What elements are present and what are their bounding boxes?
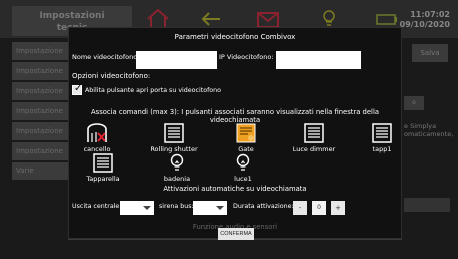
- command-grid: cancello Rolling shutter Gate Luce dimme…: [69, 123, 401, 193]
- siren-label: sirena bus:: [159, 203, 194, 210]
- door-checkbox-label: Abilita pulsante apri porta su videocito…: [85, 87, 221, 94]
- options-label: Opzioni videocitofono:: [72, 72, 151, 80]
- gate-crossed-icon: [87, 123, 107, 142]
- command-luce-dimmer[interactable]: Luce dimmer: [289, 123, 339, 153]
- sidebar-item[interactable]: Varie: [12, 162, 72, 180]
- bulb-icon: [170, 153, 184, 171]
- intercom-dialog: Parametri videocitofono Combivox Nome vi…: [68, 27, 402, 240]
- sidebar-item[interactable]: Impostazione: [12, 62, 72, 80]
- bulb-icon: [236, 153, 250, 171]
- siren-select[interactable]: [193, 201, 227, 215]
- confirm-button[interactable]: CONFERMA: [218, 228, 254, 240]
- duration-minus-button[interactable]: -: [293, 201, 307, 215]
- clock: 11:07:02 09/10/2020: [400, 10, 450, 30]
- command-label: cancello: [83, 145, 111, 153]
- duration-label: Durata attivazione:: [233, 203, 294, 210]
- command-badenia[interactable]: badenia: [157, 153, 197, 183]
- shutter-icon: [93, 153, 113, 173]
- name-label: Nome videocitofono:: [72, 53, 140, 61]
- shutter-icon: [304, 123, 324, 143]
- sidebar: Impostazione Impostazione Impostazione I…: [12, 42, 72, 182]
- command-tapparella[interactable]: Tapparella: [81, 153, 125, 183]
- duration-value[interactable]: 0: [312, 201, 326, 215]
- output-select[interactable]: [120, 201, 154, 215]
- background-field: [404, 198, 450, 212]
- sidebar-item[interactable]: Impostazione: [12, 102, 72, 120]
- associate-header: Associa comandi (max 3): I pulsanti asso…: [91, 108, 379, 124]
- command-tapp1[interactable]: tapp1: [365, 123, 399, 153]
- app-title-line1: Impostazioni: [39, 11, 105, 21]
- command-cancello[interactable]: cancello: [77, 123, 117, 153]
- command-label: badenia: [163, 175, 191, 183]
- gate-orange-icon: [236, 123, 256, 143]
- background-description: e Simplya omaticamente,: [404, 122, 454, 138]
- background-description-line: e Simplya: [404, 122, 437, 130]
- check-icon: ✓: [74, 83, 83, 94]
- ip-input[interactable]: [276, 51, 361, 69]
- sidebar-item[interactable]: Impostazione: [12, 142, 72, 160]
- sidebar-item[interactable]: Impostazione: [12, 42, 72, 60]
- command-label: Tapparella: [86, 175, 120, 183]
- name-input[interactable]: [136, 51, 217, 69]
- auto-activation-header: Attivazioni automatiche su videochiamata: [163, 185, 307, 193]
- clock-date: 09/10/2020: [399, 20, 450, 29]
- command-label: Rolling shutter: [150, 145, 198, 153]
- command-label: Gate: [238, 145, 254, 153]
- command-luce1[interactable]: luce1: [227, 153, 259, 183]
- output-label: Uscita centrale:: [72, 203, 122, 210]
- clock-time: 11:07:02: [410, 10, 450, 19]
- shutter-icon: [372, 123, 392, 143]
- command-rolling-shutter[interactable]: Rolling shutter: [146, 123, 202, 153]
- command-label: tapp1: [372, 145, 392, 153]
- background-description-line: omaticamente,: [404, 130, 454, 138]
- dialog-title: Parametri videocitofono Combivox: [174, 33, 296, 41]
- duration-plus-button[interactable]: +: [331, 201, 345, 215]
- command-label: luce1: [234, 175, 252, 183]
- shutter-icon: [164, 123, 184, 143]
- ip-label: IP Videocitofono:: [219, 53, 274, 61]
- sidebar-item[interactable]: Impostazione: [12, 122, 72, 140]
- save-button[interactable]: Salva: [412, 44, 448, 62]
- sidebar-item[interactable]: Impostazione: [12, 82, 72, 100]
- background-box: o: [404, 96, 424, 110]
- command-label: Luce dimmer: [292, 145, 336, 153]
- door-checkbox[interactable]: ✓: [72, 83, 83, 95]
- command-gate[interactable]: Gate: [226, 123, 266, 153]
